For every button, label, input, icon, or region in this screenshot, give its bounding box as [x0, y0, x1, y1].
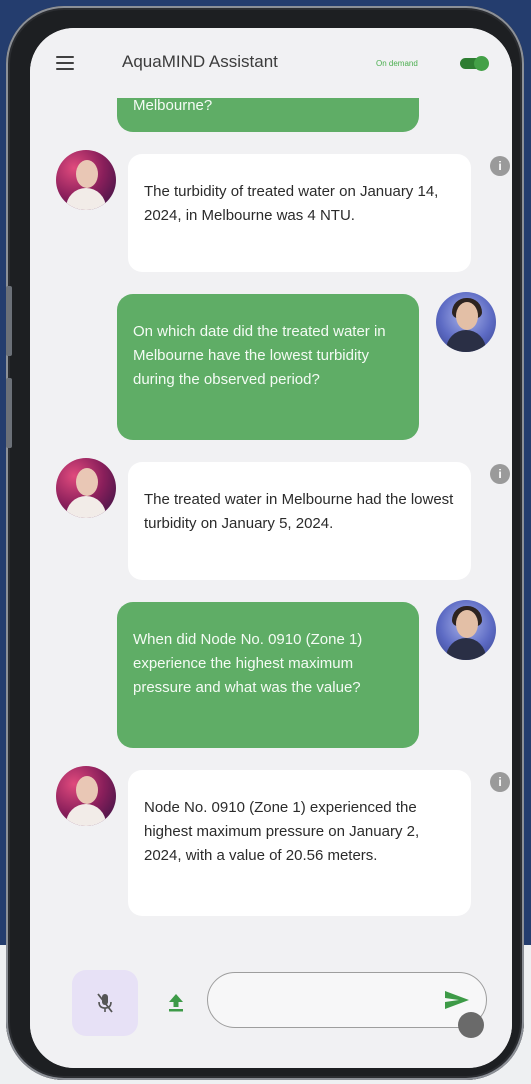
user-avatar [436, 600, 496, 660]
user-message-text: When did Node No. 0910 (Zone 1) experien… [133, 631, 363, 696]
upload-icon[interactable] [168, 992, 184, 1012]
overlay-corner-icon[interactable] [458, 1012, 484, 1038]
assistant-avatar [56, 150, 116, 210]
on-demand-toggle[interactable] [460, 56, 489, 71]
phone-frame: Melbourne? The turbidity of treated wate… [6, 6, 524, 1080]
app-header: AquaMIND Assistant On demand [30, 28, 512, 98]
assistant-avatar [56, 458, 116, 518]
assistant-message-bubble: The turbidity of treated water on Januar… [128, 154, 471, 272]
info-icon[interactable]: i [490, 772, 510, 792]
assistant-avatar [56, 766, 116, 826]
assistant-message-bubble: Node No. 0910 (Zone 1) experienced the h… [128, 770, 471, 916]
volume-down-button [6, 378, 12, 448]
user-message-text: On which date did the treated water in M… [133, 323, 386, 388]
volume-up-button [6, 286, 12, 356]
mic-off-icon [97, 993, 113, 1013]
user-message-bubble: On which date did the treated water in M… [117, 294, 419, 440]
assistant-message-text: The turbidity of treated water on Januar… [144, 183, 439, 224]
info-icon[interactable]: i [490, 156, 510, 176]
menu-icon[interactable] [56, 56, 74, 70]
info-icon[interactable]: i [490, 464, 510, 484]
user-message-bubble: When did Node No. 0910 (Zone 1) experien… [117, 602, 419, 748]
mic-off-button[interactable] [72, 970, 138, 1036]
app-title: AquaMIND Assistant [122, 52, 278, 71]
app-screen: Melbourne? The turbidity of treated wate… [30, 28, 512, 1068]
assistant-message-text: Node No. 0910 (Zone 1) experienced the h… [144, 799, 420, 864]
on-demand-label: On demand [376, 59, 418, 68]
chat-area[interactable]: Melbourne? The turbidity of treated wate… [30, 28, 512, 1068]
user-message-text: Melbourne? [133, 97, 213, 114]
input-bar [30, 958, 512, 1068]
send-icon[interactable] [443, 989, 471, 1011]
user-avatar [436, 292, 496, 352]
assistant-message-bubble: The treated water in Melbourne had the l… [128, 462, 471, 580]
assistant-message-text: The treated water in Melbourne had the l… [144, 491, 454, 532]
